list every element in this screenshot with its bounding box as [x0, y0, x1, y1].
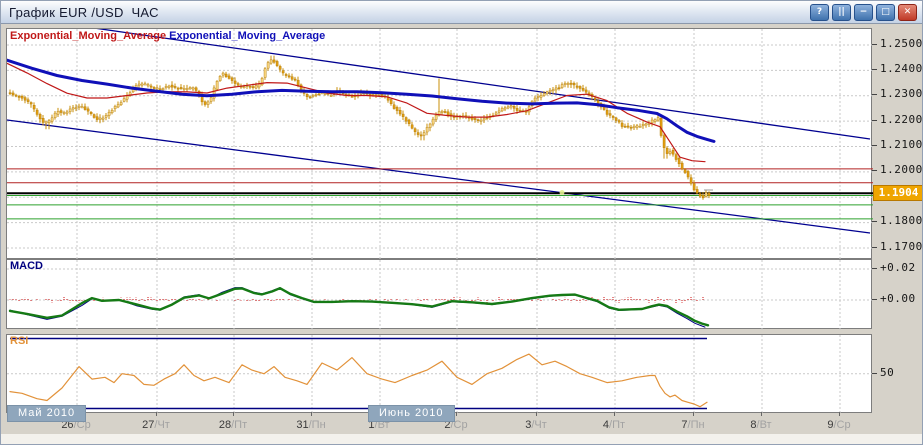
month-badge: Май 2010 — [7, 405, 86, 422]
price-axis-label-tick — [872, 247, 877, 248]
date-label: 3/Чт — [525, 419, 547, 431]
candles — [9, 60, 710, 198]
price-axis-label-tick — [872, 44, 877, 45]
date-tick — [614, 412, 615, 416]
date-label: 7/Пн — [681, 419, 704, 431]
minimize-button[interactable]: − — [854, 4, 873, 21]
price-axis-label: 1.2400 — [880, 62, 923, 75]
price-axis-label-tick — [872, 170, 877, 171]
window-title: График EUR /USD ЧАС — [9, 5, 159, 20]
trend-channel — [7, 29, 870, 233]
trendline — [7, 120, 870, 233]
gridlines — [7, 29, 873, 260]
bottom-margin — [1, 434, 922, 445]
help-button[interactable]: ? — [810, 4, 829, 21]
date-label: 8/Вт — [750, 419, 771, 431]
price-axis-label-tick — [872, 94, 877, 95]
price-axis[interactable]: 1.1904 1.2500 1.2400 1.2300 1.2200 1.2100 1.2… — [872, 1, 923, 445]
price-axis-label-tick — [872, 221, 877, 222]
price-axis-label-tick — [872, 145, 877, 146]
macd-main-line — [10, 288, 708, 325]
date-tick — [311, 412, 312, 416]
line-cross-highlight — [560, 190, 565, 195]
date-tick — [536, 412, 537, 416]
rsi-pane[interactable]: RSI — [6, 334, 872, 413]
macd-label: MACD — [10, 260, 43, 272]
macd-signal-line — [10, 288, 705, 328]
price-axis-label-tick — [872, 69, 877, 70]
macd-axis-label: +0.02 — [880, 261, 916, 274]
date-tick — [693, 412, 694, 416]
price-axis-label: 1.2200 — [880, 113, 923, 126]
price-axis-label: 1.1800 — [880, 214, 923, 227]
candle-wicks — [10, 56, 709, 200]
macd-axis-label-tick — [872, 299, 877, 300]
current-price-tag: 1.1904 — [873, 185, 923, 201]
indicator-legend: Exponential_Moving_Average Exponential_M… — [10, 30, 325, 42]
price-axis-label: 1.2000 — [880, 163, 923, 176]
macd-axis-label: +0.00 — [880, 292, 916, 305]
price-axis-label-tick — [872, 120, 877, 121]
date-label: 31/Пн — [296, 419, 325, 431]
macd-pane[interactable]: MACD — [6, 259, 872, 329]
rsi-line — [10, 354, 707, 407]
rsi-axis-label-tick — [872, 373, 877, 374]
price-axis-label: 1.2500 — [880, 37, 923, 50]
macd-axis-label-tick — [872, 268, 877, 269]
price-axis-label: 1.1700 — [880, 240, 923, 253]
date-label: 4/Пт — [603, 419, 625, 431]
pause-button[interactable]: || — [832, 4, 851, 21]
rsi-axis-label: 50 — [880, 366, 894, 379]
date-label: 27/Чт — [142, 419, 170, 431]
gridlines — [7, 335, 873, 414]
rsi-label: RSI — [10, 335, 28, 347]
date-tick — [839, 412, 840, 416]
date-tick — [456, 412, 457, 416]
date-tick — [233, 412, 234, 416]
price-axis-label: 1.2300 — [880, 87, 923, 100]
price-axis-label: 1.2100 — [880, 138, 923, 151]
date-tick — [156, 412, 157, 416]
titlebar[interactable]: График EUR /USD ЧАС ?||−□✕ — [1, 1, 922, 24]
date-label: 9/Ср — [827, 419, 850, 431]
date-tick — [761, 412, 762, 416]
month-badge: Июнь 2010 — [368, 405, 455, 422]
date-label: 28/Пт — [219, 419, 247, 431]
ema-legend-blue: Exponential_Moving_Average — [169, 30, 325, 42]
gridlines — [7, 260, 873, 330]
ema-legend-red: Exponential_Moving_Average — [10, 30, 166, 42]
price-chart-pane[interactable]: Exponential_Moving_Average Exponential_M… — [6, 28, 872, 259]
chart-window: График EUR /USD ЧАС ?||−□✕ Exponential_M… — [0, 0, 923, 445]
